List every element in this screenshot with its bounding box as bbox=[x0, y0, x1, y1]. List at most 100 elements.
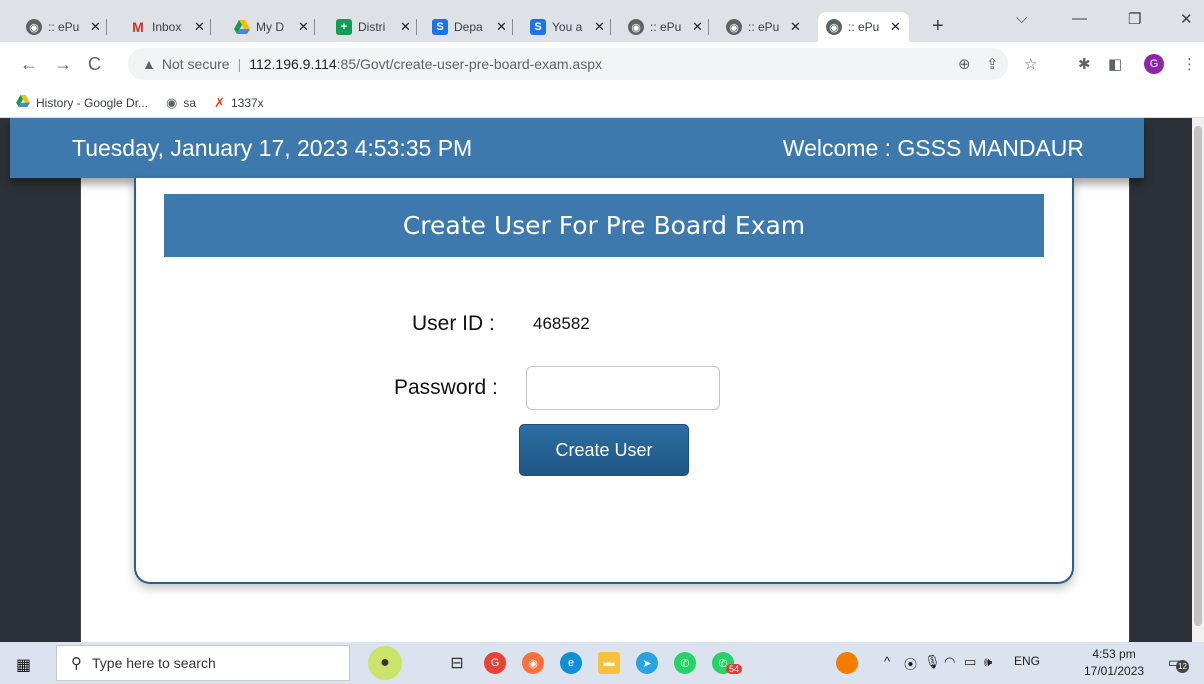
scrollbar-thumb[interactable] bbox=[1194, 126, 1202, 626]
bookmark-label: sa bbox=[183, 95, 197, 110]
volume-icon[interactable]: 🕪 bbox=[984, 654, 992, 670]
page-header: Tuesday, January 17, 2023 4:53:35 PM Wel… bbox=[10, 118, 1144, 178]
url-host: 112.196.9.114 bbox=[249, 56, 337, 72]
firefox-icon[interactable]: ◉ bbox=[522, 652, 544, 674]
close-icon[interactable]: ✕ bbox=[692, 19, 703, 35]
close-icon[interactable]: ✕ bbox=[298, 19, 309, 35]
search-icon: ⚲ bbox=[71, 655, 82, 672]
search-placeholder: Type here to search bbox=[92, 655, 216, 671]
forward-icon[interactable]: → bbox=[54, 54, 72, 75]
tab-label: :: ePu bbox=[48, 20, 80, 34]
bookmarks-bar: History - Google Dr... ◉ sa ✗ 1337x bbox=[0, 88, 1204, 118]
close-icon[interactable]: ✕ bbox=[790, 19, 801, 35]
tab-search-icon[interactable]: ⌵ bbox=[1016, 10, 1027, 27]
profile-avatar[interactable]: G bbox=[1144, 54, 1164, 74]
microphone-icon[interactable]: 🎙 bbox=[924, 654, 941, 670]
s-app-icon: S bbox=[530, 19, 546, 35]
divider: | bbox=[237, 56, 242, 72]
globe-icon: ◉ bbox=[26, 19, 42, 35]
windows-start-icon[interactable]: ▦ bbox=[16, 655, 31, 675]
drive-icon bbox=[16, 95, 30, 110]
tab-label: Distri bbox=[358, 20, 386, 34]
bookmark-star-icon[interactable]: ☆ bbox=[1024, 55, 1037, 73]
bookmark-item[interactable]: History - Google Dr... bbox=[16, 95, 148, 110]
browser-tab-strip: ◉ :: ePu ✕ M Inbox ✕ My D ✕ + Distri ✕ S… bbox=[0, 0, 1204, 42]
extensions-icon[interactable]: ✱ bbox=[1078, 55, 1091, 73]
side-panel-icon[interactable]: ◧ bbox=[1108, 55, 1122, 73]
security-label[interactable]: Not secure bbox=[162, 56, 230, 72]
new-tab-icon[interactable]: + bbox=[932, 15, 944, 38]
bookmark-label: History - Google Dr... bbox=[36, 95, 149, 110]
browser-tab[interactable]: ◉ :: ePu ✕ bbox=[26, 12, 107, 42]
minimize-icon[interactable]: — bbox=[1072, 10, 1087, 27]
browser-tab[interactable]: ◉ :: ePu ✕ bbox=[628, 12, 709, 42]
browser-tab[interactable]: S You a ✕ bbox=[530, 12, 611, 42]
close-icon[interactable]: ✕ bbox=[194, 19, 205, 35]
datetime-text: Tuesday, January 17, 2023 4:53:35 PM bbox=[72, 134, 473, 161]
bookmark-item[interactable]: ◉ sa bbox=[166, 95, 196, 111]
wifi-icon[interactable]: ◠ bbox=[944, 654, 955, 670]
tennis-widget-icon[interactable]: ● bbox=[368, 646, 402, 680]
page-scrollbar[interactable] bbox=[1192, 118, 1204, 642]
zoom-icon[interactable]: ⊕ bbox=[958, 55, 971, 73]
share-icon[interactable]: ⇪ bbox=[986, 55, 999, 73]
gmail-icon: M bbox=[132, 19, 144, 35]
battery-icon[interactable]: ▭ bbox=[964, 654, 976, 670]
back-icon[interactable]: ← bbox=[20, 54, 38, 75]
welcome-text: Welcome : GSSS MANDAUR bbox=[782, 134, 1084, 161]
tab-label: Depa bbox=[454, 20, 483, 34]
whatsapp-badge: 54 bbox=[726, 664, 743, 674]
whatsapp-icon[interactable]: ✆ bbox=[674, 652, 696, 674]
close-icon[interactable]: ✕ bbox=[400, 19, 411, 35]
language-indicator[interactable]: ENG bbox=[1014, 654, 1040, 668]
telegram-icon[interactable]: ➤ bbox=[636, 652, 658, 674]
reload-icon[interactable]: C bbox=[88, 54, 101, 75]
close-icon[interactable]: ✕ bbox=[90, 19, 101, 35]
warning-icon[interactable]: ▲ bbox=[142, 56, 156, 72]
close-icon[interactable]: ✕ bbox=[890, 19, 901, 35]
globe-icon: ◉ bbox=[628, 19, 644, 35]
create-user-button[interactable]: Create User bbox=[519, 424, 689, 476]
plus-sheet-icon: + bbox=[336, 19, 352, 35]
browser-toolbar: ← → C ▲ Not secure | 112.196.9.114 :85/G… bbox=[0, 42, 1204, 88]
address-bar[interactable]: ▲ Not secure | 112.196.9.114 :85/Govt/cr… bbox=[128, 48, 1008, 80]
record-icon[interactable]: ⦿ bbox=[904, 654, 917, 673]
edge-icon[interactable]: e bbox=[560, 652, 582, 674]
browser-tab[interactable]: M Inbox ✕ bbox=[130, 12, 211, 42]
password-label: Password : bbox=[394, 376, 498, 399]
bookmark-item[interactable]: ✗ 1337x bbox=[214, 95, 264, 111]
taskbar-search[interactable]: ⚲ Type here to search bbox=[56, 645, 350, 681]
globe-icon: ◉ bbox=[826, 19, 842, 35]
tab-label: You a bbox=[552, 20, 583, 34]
tab-label: :: ePu bbox=[848, 20, 880, 34]
url-path: :85/Govt/create-user-pre-board-exam.aspx bbox=[336, 56, 602, 72]
browser-tab[interactable]: + Distri ✕ bbox=[336, 12, 417, 42]
browser-tab-active[interactable]: ◉ :: ePu ✕ bbox=[818, 12, 909, 42]
page-viewport: Tuesday, January 17, 2023 4:53:35 PM Wel… bbox=[0, 118, 1192, 642]
tab-label: Inbox bbox=[152, 20, 182, 34]
close-icon[interactable]: ✕ bbox=[594, 19, 605, 35]
browser-tab[interactable]: ◉ :: ePu ✕ bbox=[726, 12, 801, 42]
close-window-icon[interactable]: ✕ bbox=[1180, 10, 1193, 28]
user-id-value: 468582 bbox=[533, 314, 590, 333]
show-hidden-icons-icon[interactable]: ^ bbox=[884, 654, 890, 669]
browser-tab[interactable]: S Depa ✕ bbox=[432, 12, 513, 42]
close-icon[interactable]: ✕ bbox=[496, 19, 507, 35]
file-explorer-icon[interactable]: ▬ bbox=[598, 652, 620, 674]
user-id-label: User ID : bbox=[412, 312, 495, 335]
browser-tab[interactable]: My D ✕ bbox=[234, 12, 315, 42]
system-clock[interactable]: 4:53 pm 17/01/2023 bbox=[1084, 646, 1144, 680]
password-field[interactable] bbox=[526, 366, 720, 410]
menu-icon[interactable]: ⋮ bbox=[1182, 55, 1197, 73]
taskbar: ▦ ⚲ Type here to search ● ⊟ G ◉ e ▬ ➤ ✆ … bbox=[0, 642, 1204, 684]
chrome-icon[interactable]: G bbox=[484, 652, 506, 674]
bookmark-label: 1337x bbox=[230, 95, 264, 110]
restore-icon[interactable]: ❐ bbox=[1128, 10, 1141, 28]
globe-icon: ◉ bbox=[166, 94, 178, 110]
app-orange-icon[interactable] bbox=[836, 652, 858, 674]
clock-time: 4:53 pm bbox=[1092, 647, 1136, 661]
globe-icon: ◉ bbox=[726, 19, 742, 35]
task-view-icon[interactable]: ⊟ bbox=[446, 652, 468, 674]
s-app-icon: S bbox=[432, 19, 448, 35]
notification-icon[interactable]: ▭ 12 bbox=[1168, 654, 1189, 673]
